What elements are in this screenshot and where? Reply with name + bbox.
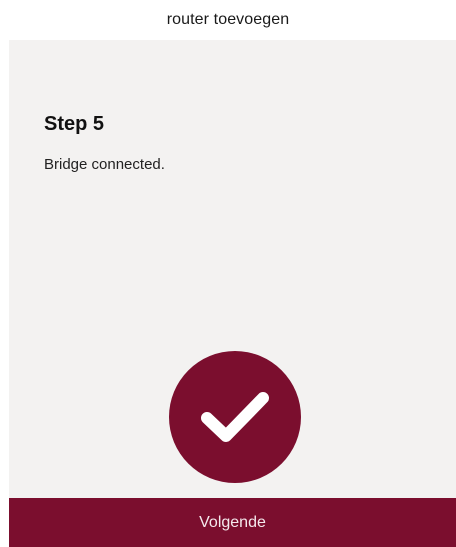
success-badge xyxy=(169,351,301,483)
page-title: router toevoegen xyxy=(166,11,290,28)
step-description: Bridge connected. xyxy=(44,156,165,173)
checkmark-icon xyxy=(201,392,269,442)
top-bar: router toevoegen xyxy=(0,0,456,40)
step-title: Step 5 xyxy=(44,113,105,135)
next-button[interactable]: Volgende xyxy=(9,498,456,547)
content-panel: Step 5 Bridge connected. xyxy=(9,40,456,498)
